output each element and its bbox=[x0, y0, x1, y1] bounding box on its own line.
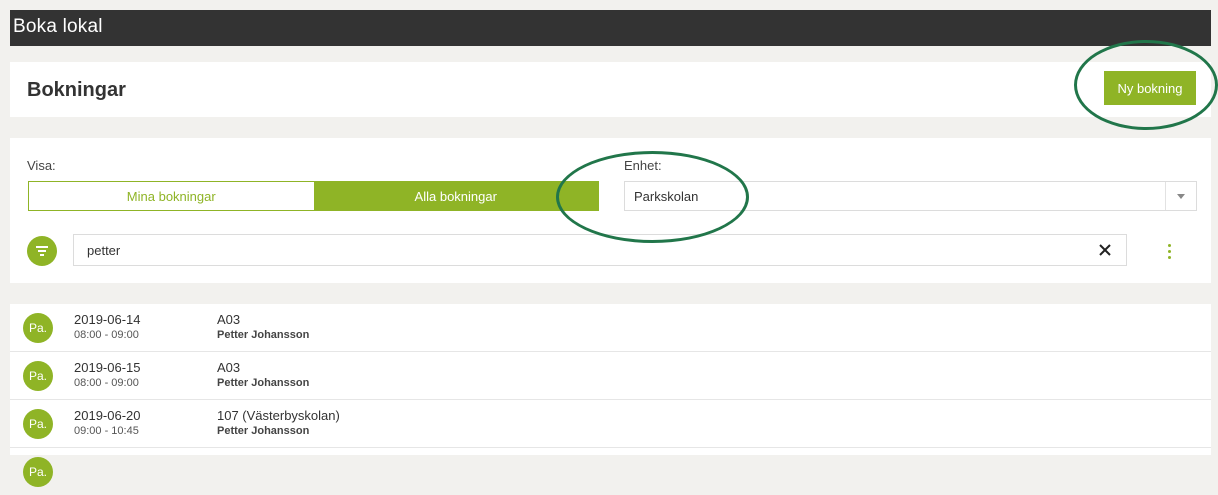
booking-time: 08:00 - 09:00 bbox=[74, 329, 139, 341]
list-item[interactable]: Pa. bbox=[10, 448, 1211, 495]
chevron-down-icon bbox=[1177, 194, 1185, 199]
app-title: Boka lokal bbox=[13, 16, 103, 37]
booking-time: 09:00 - 10:45 bbox=[74, 425, 139, 437]
booking-list: Pa. 2019-06-14 08:00 - 09:00 A03 Petter … bbox=[10, 304, 1211, 487]
booking-scope-toggle: Mina bokningar Alla bokningar bbox=[28, 181, 599, 211]
booking-person: Petter Johansson bbox=[217, 329, 310, 341]
app-topbar: Boka lokal bbox=[10, 10, 1211, 46]
filter-icon[interactable] bbox=[27, 236, 57, 266]
avatar: Pa. bbox=[23, 457, 53, 487]
list-item[interactable]: Pa. 2019-06-14 08:00 - 09:00 A03 Petter … bbox=[10, 304, 1211, 352]
booking-person: Petter Johansson bbox=[217, 377, 310, 389]
list-item[interactable]: Pa. 2019-06-20 09:00 - 10:45 107 (Väster… bbox=[10, 400, 1211, 448]
booking-room: A03 bbox=[217, 312, 241, 327]
kebab-menu-icon[interactable] bbox=[1165, 242, 1175, 262]
annotation-circle-unit bbox=[556, 151, 749, 243]
booking-date: 2019-06-20 bbox=[74, 408, 141, 423]
booking-room: A03 bbox=[217, 360, 241, 375]
page-header: Bokningar Ny bokning bbox=[10, 62, 1211, 117]
booking-time: 08:00 - 09:00 bbox=[74, 377, 139, 389]
avatar: Pa. bbox=[23, 313, 53, 343]
page-title: Bokningar bbox=[27, 79, 126, 101]
annotation-circle-new-booking bbox=[1074, 40, 1218, 130]
search-input[interactable] bbox=[74, 235, 1067, 265]
avatar: Pa. bbox=[23, 361, 53, 391]
close-icon[interactable] bbox=[1096, 241, 1114, 259]
search-field bbox=[73, 234, 1127, 266]
list-item[interactable]: Pa. 2019-06-15 08:00 - 09:00 A03 Petter … bbox=[10, 352, 1211, 400]
booking-date: 2019-06-14 bbox=[74, 312, 141, 327]
booking-date: 2019-06-15 bbox=[74, 360, 141, 375]
avatar: Pa. bbox=[23, 409, 53, 439]
tab-my-bookings[interactable]: Mina bokningar bbox=[29, 182, 314, 210]
booking-person: Petter Johansson bbox=[217, 425, 310, 437]
show-label: Visa: bbox=[27, 158, 56, 173]
unit-select-toggle[interactable] bbox=[1165, 182, 1196, 210]
booking-room: 107 (Västerbyskolan) bbox=[217, 408, 340, 423]
